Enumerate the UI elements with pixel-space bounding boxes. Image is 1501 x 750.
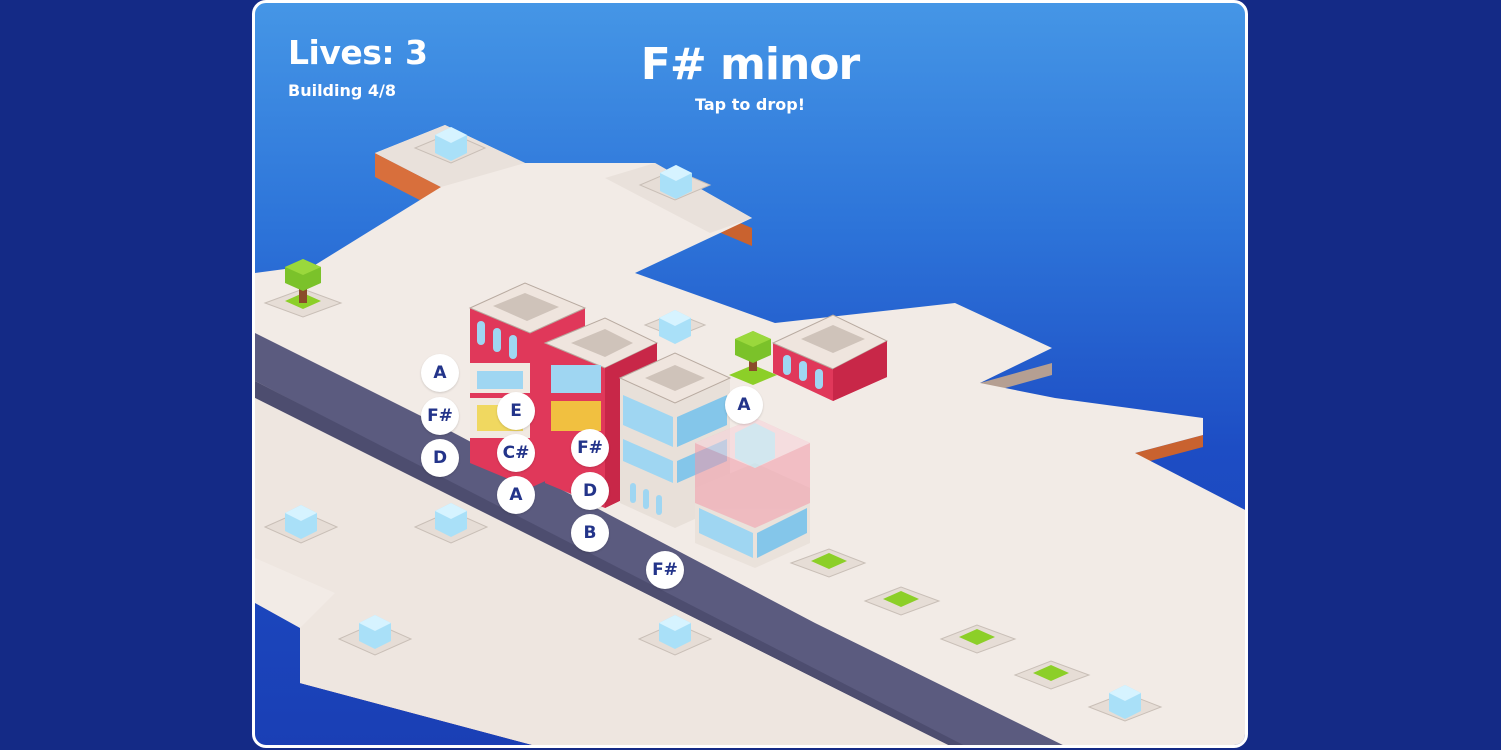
note-b[interactable]: B [571,514,609,552]
city-scene[interactable] [255,3,1248,748]
instruction-text: Tap to drop! [695,95,805,114]
key-title: F# minor [640,39,860,90]
note-e[interactable]: E [497,392,535,430]
note-csharp[interactable]: C# [497,434,535,472]
note-fsharp-3[interactable]: F# [646,551,684,589]
note-d-2[interactable]: D [571,472,609,510]
note-a-2[interactable]: A [497,476,535,514]
note-a-1[interactable]: A [421,354,459,392]
note-fsharp-1[interactable]: F# [421,397,459,435]
game-frame[interactable]: Lives: 3 Building 4/8 F# minor Tap to dr… [252,0,1248,748]
note-fsharp-2[interactable]: F# [571,429,609,467]
note-a-3[interactable]: A [725,386,763,424]
note-d-1[interactable]: D [421,439,459,477]
